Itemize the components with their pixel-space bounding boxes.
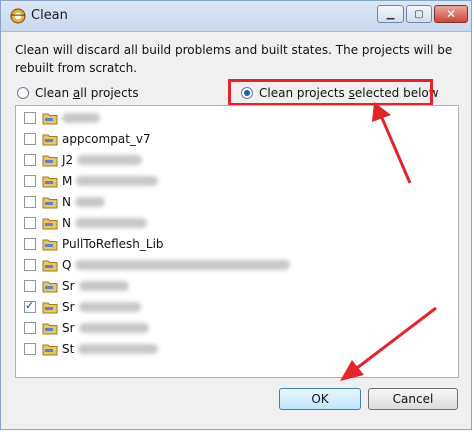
obscured-text	[78, 323, 149, 333]
list-item[interactable]: Sr	[24, 277, 129, 295]
list-item[interactable]: N	[24, 193, 105, 211]
obscured-text	[78, 302, 141, 312]
list-item[interactable]: St	[24, 340, 159, 358]
list-item[interactable]: N	[24, 214, 147, 232]
list-item[interactable]: appcompat_v7	[24, 130, 151, 148]
project-label: J2	[62, 153, 74, 167]
close-icon: ✕	[445, 7, 457, 21]
project-folder-icon	[42, 218, 58, 230]
project-checkbox[interactable]	[24, 196, 36, 208]
project-label: N	[62, 195, 71, 209]
list-item[interactable]: Q	[24, 256, 291, 274]
obscured-text	[78, 344, 159, 354]
project-label: Sr	[62, 279, 75, 293]
obscured-text	[76, 176, 159, 186]
project-folder-icon	[42, 134, 58, 146]
clean-dialog: Clean ▁ ▢ ✕ Clean will discard all build…	[0, 0, 472, 430]
list-item[interactable]	[24, 109, 100, 127]
obscured-text	[78, 281, 129, 291]
window-title: Clean	[31, 8, 68, 23]
project-folder-icon	[42, 260, 58, 272]
project-checkbox[interactable]	[24, 217, 36, 229]
project-label: N	[62, 216, 71, 230]
minimize-button[interactable]: ▁	[377, 5, 404, 23]
obscured-text	[74, 218, 147, 228]
project-list[interactable]: appcompat_v7 J2 M N N PullToReflesh_Lib …	[15, 105, 459, 378]
list-item[interactable]: Sr	[24, 298, 141, 316]
project-folder-icon	[42, 302, 58, 314]
project-checkbox[interactable]	[24, 280, 36, 292]
project-checkbox[interactable]	[24, 238, 36, 250]
clean-all-label: Clean all projects	[35, 86, 139, 100]
project-folder-icon	[42, 323, 58, 335]
project-folder-icon	[42, 239, 58, 251]
project-folder-icon	[42, 344, 58, 356]
list-item[interactable]: M	[24, 172, 159, 190]
close-button[interactable]: ✕	[434, 5, 468, 23]
project-label: Q	[62, 258, 72, 272]
project-label: Sr	[62, 321, 75, 335]
obscured-text	[77, 155, 143, 165]
clean-all-option[interactable]: Clean all projects	[17, 84, 139, 102]
project-folder-icon	[42, 176, 58, 188]
clean-all-radio[interactable]	[17, 87, 29, 99]
project-label: M	[62, 174, 73, 188]
project-checkbox[interactable]	[24, 259, 36, 271]
project-checkbox[interactable]	[24, 133, 36, 145]
minimize-icon: ▁	[386, 8, 395, 20]
title-bar: Clean ▁ ▢ ✕	[1, 1, 471, 32]
obscured-text	[74, 197, 105, 207]
project-folder-icon	[42, 281, 58, 293]
dialog-description: Clean will discard all build problems an…	[15, 43, 453, 75]
project-folder-icon	[42, 113, 58, 125]
obscured-text	[75, 260, 291, 270]
ok-button[interactable]: OK	[279, 388, 361, 410]
list-item[interactable]: J2	[24, 151, 143, 169]
eclipse-icon	[10, 8, 26, 24]
obscured-text	[62, 113, 100, 123]
project-label: PullToReflesh_Lib	[62, 237, 164, 251]
project-checkbox[interactable]	[24, 112, 36, 124]
list-item[interactable]: PullToReflesh_Lib	[24, 235, 164, 253]
project-checkbox[interactable]	[24, 175, 36, 187]
project-checkbox[interactable]	[24, 299, 36, 313]
project-checkbox[interactable]	[24, 343, 36, 355]
list-item[interactable]: Sr	[24, 319, 149, 337]
maximize-button[interactable]: ▢	[406, 5, 432, 23]
project-checkbox[interactable]	[24, 154, 36, 166]
project-label: St	[62, 342, 75, 356]
maximize-icon: ▢	[414, 8, 424, 20]
project-folder-icon	[42, 155, 58, 167]
project-label: appcompat_v7	[62, 132, 151, 146]
cancel-button[interactable]: Cancel	[368, 388, 458, 410]
project-folder-icon	[42, 197, 58, 209]
project-label: Sr	[62, 300, 75, 314]
annotation-highlight-box	[228, 79, 433, 106]
project-checkbox[interactable]	[24, 322, 36, 334]
